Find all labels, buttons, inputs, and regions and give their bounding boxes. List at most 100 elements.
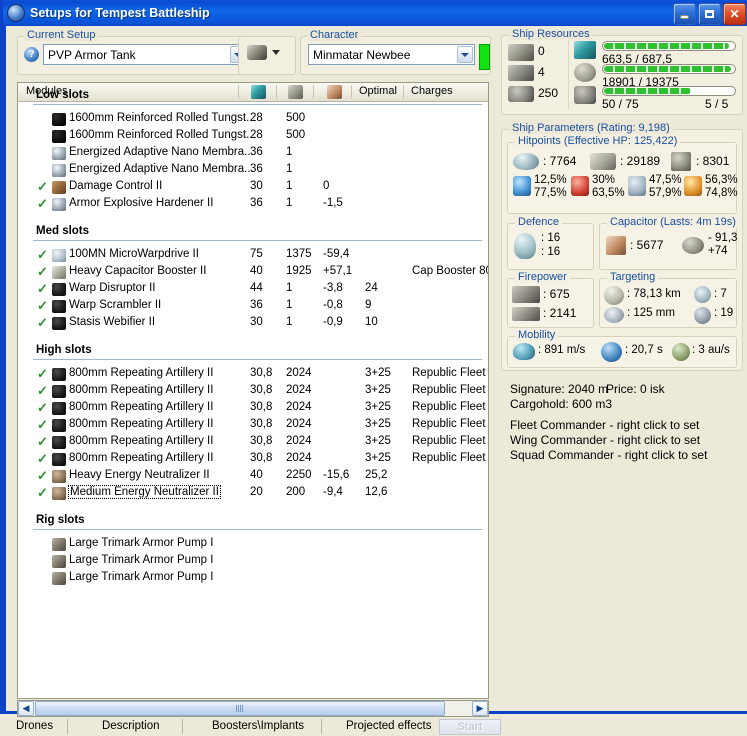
module-powergrid: 500: [286, 129, 306, 141]
enabled-checkmark-icon[interactable]: ✓: [37, 367, 49, 380]
defence-line1: : 16: [541, 232, 561, 244]
kinetic-shield-resist: 47,5%: [649, 174, 682, 186]
module-cpu: 30,8: [250, 435, 273, 447]
tab-projected-effects[interactable]: Projected effects: [346, 720, 431, 732]
firepower-legend: Firepower: [515, 271, 570, 283]
section-header: Med slots: [18, 225, 488, 245]
calibration-bar: [602, 86, 736, 96]
table-row[interactable]: ✓ Warp Disruptor II 44 1 -3,8 24: [18, 281, 488, 298]
enabled-checkmark-icon[interactable]: ✓: [37, 282, 49, 295]
table-row[interactable]: ✓ Warp Scrambler II 36 1 -0,8 9: [18, 298, 488, 315]
enabled-checkmark-icon[interactable]: ✓: [37, 248, 49, 261]
horizontal-scrollbar[interactable]: ◀ ▶: [17, 700, 489, 717]
table-row[interactable]: ✓ Stasis Webifier II 30 1 -0,9 10: [18, 315, 488, 332]
module-name: Warp Disruptor II: [69, 282, 156, 294]
tab-description[interactable]: Description: [102, 720, 160, 732]
table-row[interactable]: Large Trimark Armor Pump I: [18, 570, 488, 587]
table-row[interactable]: Energized Adaptive Nano Membra... 36 1: [18, 145, 488, 162]
table-row[interactable]: ✓ 100MN MicroWarpdrive II 75 1375 -59,4: [18, 247, 488, 264]
module-capacitor: -0,8: [323, 299, 343, 311]
module-cpu: 28: [250, 129, 263, 141]
cargohold-text: Cargohold: 600 m3: [510, 397, 613, 411]
section-header: High slots: [18, 344, 488, 364]
module-name: 800mm Repeating Artillery II: [69, 452, 214, 464]
neutralizer-icon: [52, 470, 66, 483]
squad-commander-text[interactable]: Squad Commander - right click to set: [510, 448, 707, 462]
setup-combo[interactable]: PVP Armor Tank: [43, 44, 248, 65]
neutralizer-icon: [52, 487, 66, 500]
module-charges: Republic Fleet EM: [412, 401, 488, 413]
sensor-strength: : 19: [714, 307, 734, 319]
module-cpu: 36: [250, 163, 263, 175]
table-row[interactable]: Large Trimark Armor Pump I: [18, 536, 488, 553]
enabled-checkmark-icon[interactable]: ✓: [37, 384, 49, 397]
close-button[interactable]: ✕: [723, 3, 746, 25]
powergrid-icon: [574, 63, 596, 82]
align-time: : 20,7 s: [625, 344, 663, 356]
title-bar[interactable]: Setups for Tempest Battleship ✕: [3, 0, 747, 26]
targeting-group: Targeting : 78,13 km : 7 : 125 mm : 19: [599, 271, 737, 328]
module-name: Large Trimark Armor Pump I: [69, 571, 214, 583]
ship-menu-chevron-down-icon[interactable]: [272, 50, 280, 55]
setups-window: Setups for Tempest Battleship ✕ Current …: [0, 0, 747, 735]
chevron-down-icon[interactable]: [457, 46, 473, 63]
enabled-checkmark-icon[interactable]: ✓: [37, 435, 49, 448]
table-row[interactable]: ✓ Medium Energy Neutralizer II 20 200 -9,4 12…: [18, 485, 488, 502]
table-row[interactable]: 1600mm Reinforced Rolled Tungst... 28 500: [18, 128, 488, 145]
table-row[interactable]: ✓ 800mm Repeating Artillery II 30,8 2024 3+2…: [18, 366, 488, 383]
tab-drones[interactable]: Drones: [16, 720, 53, 732]
table-row[interactable]: ✓ 800mm Repeating Artillery II 30,8 2024 3+2…: [18, 451, 488, 468]
start-button[interactable]: Start: [439, 719, 501, 735]
module-powergrid: 2024: [286, 401, 312, 413]
enabled-checkmark-icon[interactable]: ✓: [37, 299, 49, 312]
enabled-checkmark-icon[interactable]: ✓: [37, 401, 49, 414]
enabled-checkmark-icon[interactable]: ✓: [37, 197, 49, 210]
table-row[interactable]: ✓ Heavy Energy Neutralizer II 40 2250 -15,6 2…: [18, 468, 488, 485]
modules-list[interactable]: Modules Optimal Charges Low slots 1600mm …: [17, 82, 489, 699]
defence-icon: [514, 233, 536, 259]
wing-commander-text[interactable]: Wing Commander - right click to set: [510, 433, 700, 447]
enabled-checkmark-icon[interactable]: ✓: [37, 486, 49, 499]
table-row[interactable]: ✓ 800mm Repeating Artillery II 30,8 2024 3+2…: [18, 400, 488, 417]
module-optimal: 3+25: [365, 384, 391, 396]
maximize-button[interactable]: [698, 3, 721, 25]
minimize-button[interactable]: [673, 3, 696, 25]
artillery-icon: [52, 368, 66, 381]
module-cpu: 75: [250, 248, 263, 260]
capacitor-icon: [606, 236, 626, 255]
volley-value: : 2141: [543, 306, 577, 320]
table-row[interactable]: Energized Adaptive Nano Membra... 36 1: [18, 162, 488, 179]
module-optimal: 3+25: [365, 418, 391, 430]
ship-parameters-legend: Ship Parameters (Rating: 9,198): [509, 122, 673, 134]
table-row[interactable]: ✓ 800mm Repeating Artillery II 30,8 2024 3+2…: [18, 383, 488, 400]
enabled-checkmark-icon[interactable]: ✓: [37, 452, 49, 465]
enabled-checkmark-icon[interactable]: ✓: [37, 265, 49, 278]
enabled-checkmark-icon[interactable]: ✓: [37, 469, 49, 482]
module-optimal: 12,6: [365, 486, 388, 498]
enabled-checkmark-icon[interactable]: ✓: [37, 316, 49, 329]
enabled-checkmark-icon[interactable]: ✓: [37, 180, 49, 193]
warp-speed-icon: [672, 343, 690, 361]
help-icon[interactable]: ?: [24, 47, 39, 62]
enabled-checkmark-icon[interactable]: ✓: [37, 418, 49, 431]
max-targets: : 7: [714, 288, 727, 300]
table-row[interactable]: ✓ 800mm Repeating Artillery II 30,8 2024 3+2…: [18, 417, 488, 434]
table-row[interactable]: ✓ Armor Explosive Hardener II 36 1 -1,5: [18, 196, 488, 213]
table-row[interactable]: ✓ Damage Control II 30 1 0: [18, 179, 488, 196]
tab-boosters-implants[interactable]: Boosters\Implants: [212, 720, 304, 732]
table-row[interactable]: ✓ 800mm Repeating Artillery II 30,8 2024 3+2…: [18, 434, 488, 451]
max-targets-icon: [694, 286, 711, 303]
app-icon: [7, 4, 25, 22]
table-row[interactable]: Large Trimark Armor Pump I: [18, 553, 488, 570]
thermal-armor-resist: 63,5%: [592, 187, 625, 199]
table-row[interactable]: 1600mm Reinforced Rolled Tungst... 28 500: [18, 111, 488, 128]
capacitor-amount-value: 5677: [636, 238, 664, 252]
table-row[interactable]: ✓ Heavy Capacitor Booster II 40 1925 +57,1 Ca…: [18, 264, 488, 281]
ship-icon[interactable]: [247, 45, 267, 60]
character-combo[interactable]: Minmatar Newbee: [308, 44, 475, 65]
module-optimal: 3+25: [365, 435, 391, 447]
fleet-commander-text[interactable]: Fleet Commander - right click to set: [510, 418, 699, 432]
module-capacitor: -3,8: [323, 282, 343, 294]
module-cpu: 40: [250, 469, 263, 481]
module-cpu: 30,8: [250, 367, 273, 379]
